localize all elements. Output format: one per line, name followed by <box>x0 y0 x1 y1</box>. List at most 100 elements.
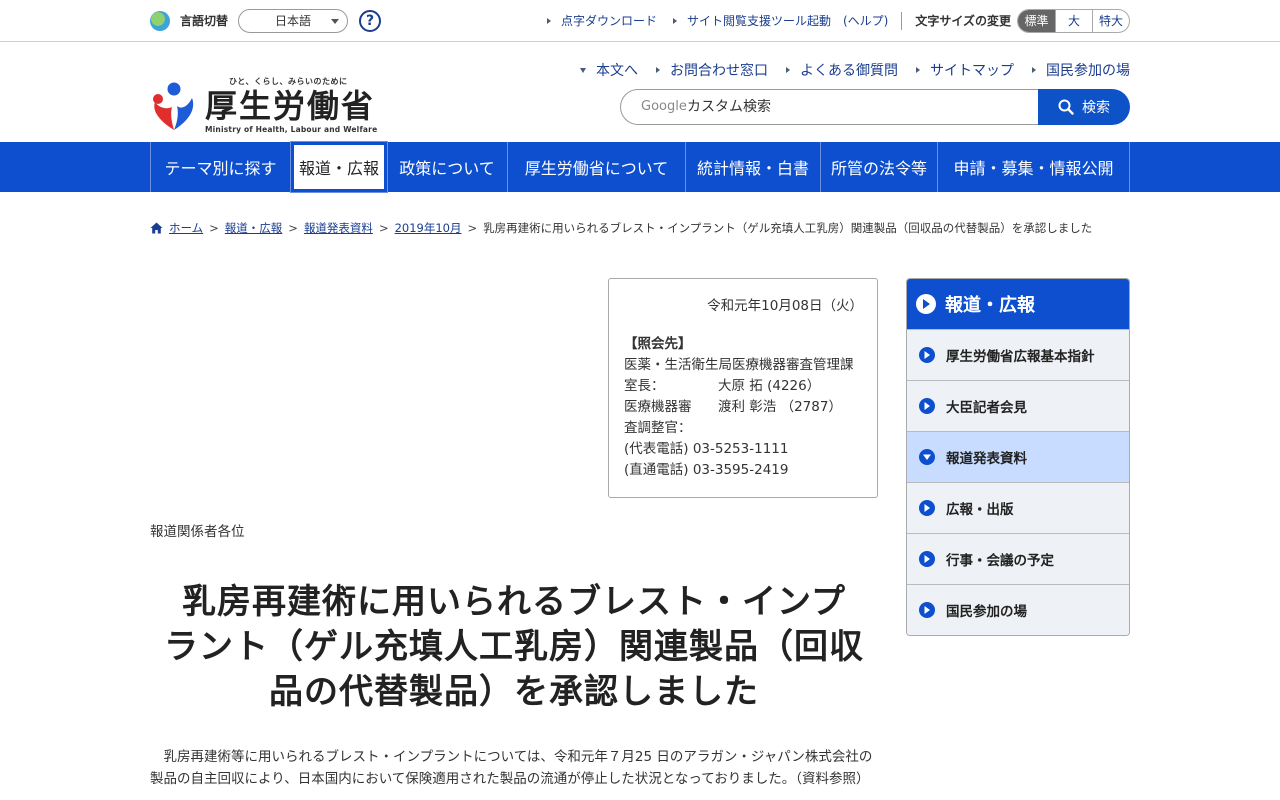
side-item-publications[interactable]: 広報・出版 <box>907 482 1129 533</box>
faq-link[interactable]: よくある御質問 <box>786 60 898 80</box>
browsing-support-label: サイト閲覧支援ツール起動 (ヘルプ) <box>686 14 889 28</box>
header-links: 本文へ お問合わせ窓口 よくある御質問 サイトマップ 国民参加の場 <box>562 60 1130 80</box>
braille-download-label: 点字ダウンロード <box>560 14 657 28</box>
nav-press-label: 報道・広報 <box>298 159 379 178</box>
arrow-right-circle-icon <box>919 602 935 618</box>
chevron-down-icon <box>331 18 340 24</box>
logo-name: 厚生労働省 <box>205 87 376 125</box>
title-line: 乳房再建術に用いられるブレスト・インプ <box>182 582 846 622</box>
breadcrumb-separator: > <box>378 221 389 235</box>
font-size-xlarge-button[interactable]: 特大 <box>1092 9 1129 32</box>
faq-label: よくある御質問 <box>800 63 898 79</box>
recipients: 報道関係者各位 <box>150 524 245 540</box>
browsing-support-link[interactable]: サイト閲覧支援ツール起動 (ヘルプ) <box>672 12 889 29</box>
arrow-right-circle-icon <box>919 398 935 414</box>
nav-theme-search[interactable]: テーマ別に探す <box>151 142 291 192</box>
contact-department: 医薬・生活衛生局医療機器審査管理課 <box>624 357 854 373</box>
arrow-right-circle-icon <box>919 500 935 516</box>
release-date: 令和元年10月08日（火） <box>707 298 863 314</box>
arrow-right-circle-icon <box>919 551 935 567</box>
font-size-switcher: 標準 大 特大 <box>1017 8 1130 33</box>
nav-about[interactable]: 厚生労働省について <box>508 142 686 192</box>
nav-laws[interactable]: 所管の法令等 <box>821 142 938 192</box>
language-select-value: 日本語 <box>275 14 312 28</box>
search-button-label: 検索 <box>1082 100 1110 116</box>
skip-to-content-label: 本文へ <box>596 63 638 79</box>
side-item-label: 行事・会議の予定 <box>946 553 1054 569</box>
nav-press[interactable]: 報道・広報 <box>290 141 388 193</box>
breadcrumb-separator: > <box>467 221 478 235</box>
braille-download-link[interactable]: 点字ダウンロード <box>546 12 657 29</box>
nav-statistics[interactable]: 統計情報・白書 <box>686 142 821 192</box>
logo-english-name: Ministry of Health, Labour and Welfare <box>205 125 378 134</box>
contact-row: 室長： 大原 拓 (4226） <box>624 376 863 397</box>
global-nav: テーマ別に探す 報道・広報 政策について 厚生労働省について 統計情報・白書 所… <box>0 141 1280 193</box>
breadcrumb-home[interactable]: ホーム <box>169 220 203 236</box>
contact-window-link[interactable]: お問合わせ窓口 <box>656 60 768 80</box>
font-size-large-button[interactable]: 大 <box>1055 9 1092 32</box>
language-select[interactable]: 日本語 <box>238 8 349 33</box>
main-content: 令和元年10月08日（火） 【照会先】 医薬・生活衛生局医療機器審査管理課 室長… <box>150 264 1130 787</box>
arrow-right-icon <box>656 67 660 73</box>
public-participation-link[interactable]: 国民参加の場 <box>1032 60 1130 80</box>
page-title: 乳房再建術に用いられるブレスト・インプ ラント（ゲル充填人工乳房）関連製品（回収… <box>150 580 878 715</box>
side-nav-heading[interactable]: 報道・広報 <box>907 279 1129 329</box>
contact-role: 医療機器審 <box>624 399 692 415</box>
contact-role: 室長： <box>624 378 665 394</box>
arrow-right-icon <box>1032 67 1036 73</box>
nav-policy[interactable]: 政策について <box>387 142 508 192</box>
help-icon[interactable]: ? <box>359 9 382 32</box>
language-label: 言語切替 <box>180 14 229 28</box>
title-line: ラント（ゲル充填人工乳房）関連製品（回収 <box>164 627 864 667</box>
utility-bar: 言語切替 日本語 ? 点字ダウンロード サイト閲覧支援ツール起動 (ヘルプ) 文… <box>0 0 1280 42</box>
skip-to-content-link[interactable]: 本文へ <box>580 60 638 80</box>
contact-row: 医療機器審 渡利 彰浩 （2787） <box>624 397 863 418</box>
site-logo[interactable]: ひと、くらし、みらいのために 厚生労働省 Ministry of Health,… <box>150 76 377 134</box>
home-icon <box>150 222 163 234</box>
public-participation-label: 国民参加の場 <box>1046 63 1130 79</box>
sitemap-label: サイトマップ <box>930 63 1014 79</box>
side-item-label: 広報・出版 <box>946 502 1014 518</box>
site-search: Google 検索 <box>620 89 1130 125</box>
side-item-pr-policy[interactable]: 厚生労働省広報基本指針 <box>907 329 1129 380</box>
breadcrumb-press[interactable]: 報道・広報 <box>225 220 283 236</box>
logo-tagline: ひと、くらし、みらいのために <box>229 77 348 86</box>
contact-box: 令和元年10月08日（火） 【照会先】 医薬・生活衛生局医療機器審査管理課 室長… <box>608 278 878 498</box>
arrow-right-circle-icon <box>916 294 936 314</box>
font-size-label: 文字サイズの変更 <box>915 14 1011 28</box>
side-item-press-releases[interactable]: 報道発表資料 <box>907 431 1129 482</box>
side-item-label: 大臣記者会見 <box>946 400 1027 416</box>
breadcrumb: ホーム > 報道・広報 > 報道発表資料 > 2019年10月 > 乳房再建術に… <box>150 192 1130 264</box>
contact-row: 査調整官： <box>624 418 863 439</box>
side-item-public-participation[interactable]: 国民参加の場 <box>907 584 1129 635</box>
arrow-down-icon <box>580 67 586 73</box>
search-input[interactable] <box>620 89 1038 125</box>
side-nav-heading-label: 報道・広報 <box>945 295 1035 316</box>
search-button[interactable]: 検索 <box>1038 89 1130 125</box>
side-item-events[interactable]: 行事・会議の予定 <box>907 533 1129 584</box>
arrow-right-icon <box>786 67 790 73</box>
contact-heading: 【照会先】 <box>624 336 692 352</box>
arrow-right-circle-icon <box>919 347 935 363</box>
sitemap-link[interactable]: サイトマップ <box>916 60 1014 80</box>
nav-applications[interactable]: 申請・募集・情報公開 <box>938 142 1130 192</box>
mhlw-logo-icon <box>153 82 194 130</box>
contact-window-label: お問合わせ窓口 <box>670 63 768 79</box>
breadcrumb-separator: > <box>209 221 219 235</box>
side-item-minister-press[interactable]: 大臣記者会見 <box>907 380 1129 431</box>
font-size-standard-button[interactable]: 標準 <box>1018 9 1055 32</box>
arrow-right-icon <box>916 67 920 73</box>
phone-main: (代表電話) 03-5253-1111 <box>624 441 789 457</box>
breadcrumb-current: 乳房再建術に用いられるブレスト・インプラント（ゲル充填人工乳房）関連製品（回収品… <box>483 221 1093 235</box>
phone-direct: (直通電話) 03-3595-2419 <box>624 462 789 478</box>
contact-name: 大原 拓 (4226） <box>718 378 821 394</box>
breadcrumb-month[interactable]: 2019年10月 <box>395 220 462 236</box>
arrow-right-icon <box>672 17 677 24</box>
arrow-right-icon <box>546 17 551 24</box>
side-item-label: 厚生労働省広報基本指針 <box>946 349 1095 365</box>
side-nav: 報道・広報 厚生労働省広報基本指針 大臣記者会見 報道発表資料 広報・出版 行事… <box>906 278 1130 636</box>
breadcrumb-press-releases[interactable]: 報道発表資料 <box>304 220 373 236</box>
title-line: 品の代替製品）を承認しました <box>269 672 759 712</box>
side-item-label: 報道発表資料 <box>946 451 1027 467</box>
contact-role: 査調整官： <box>624 420 692 436</box>
